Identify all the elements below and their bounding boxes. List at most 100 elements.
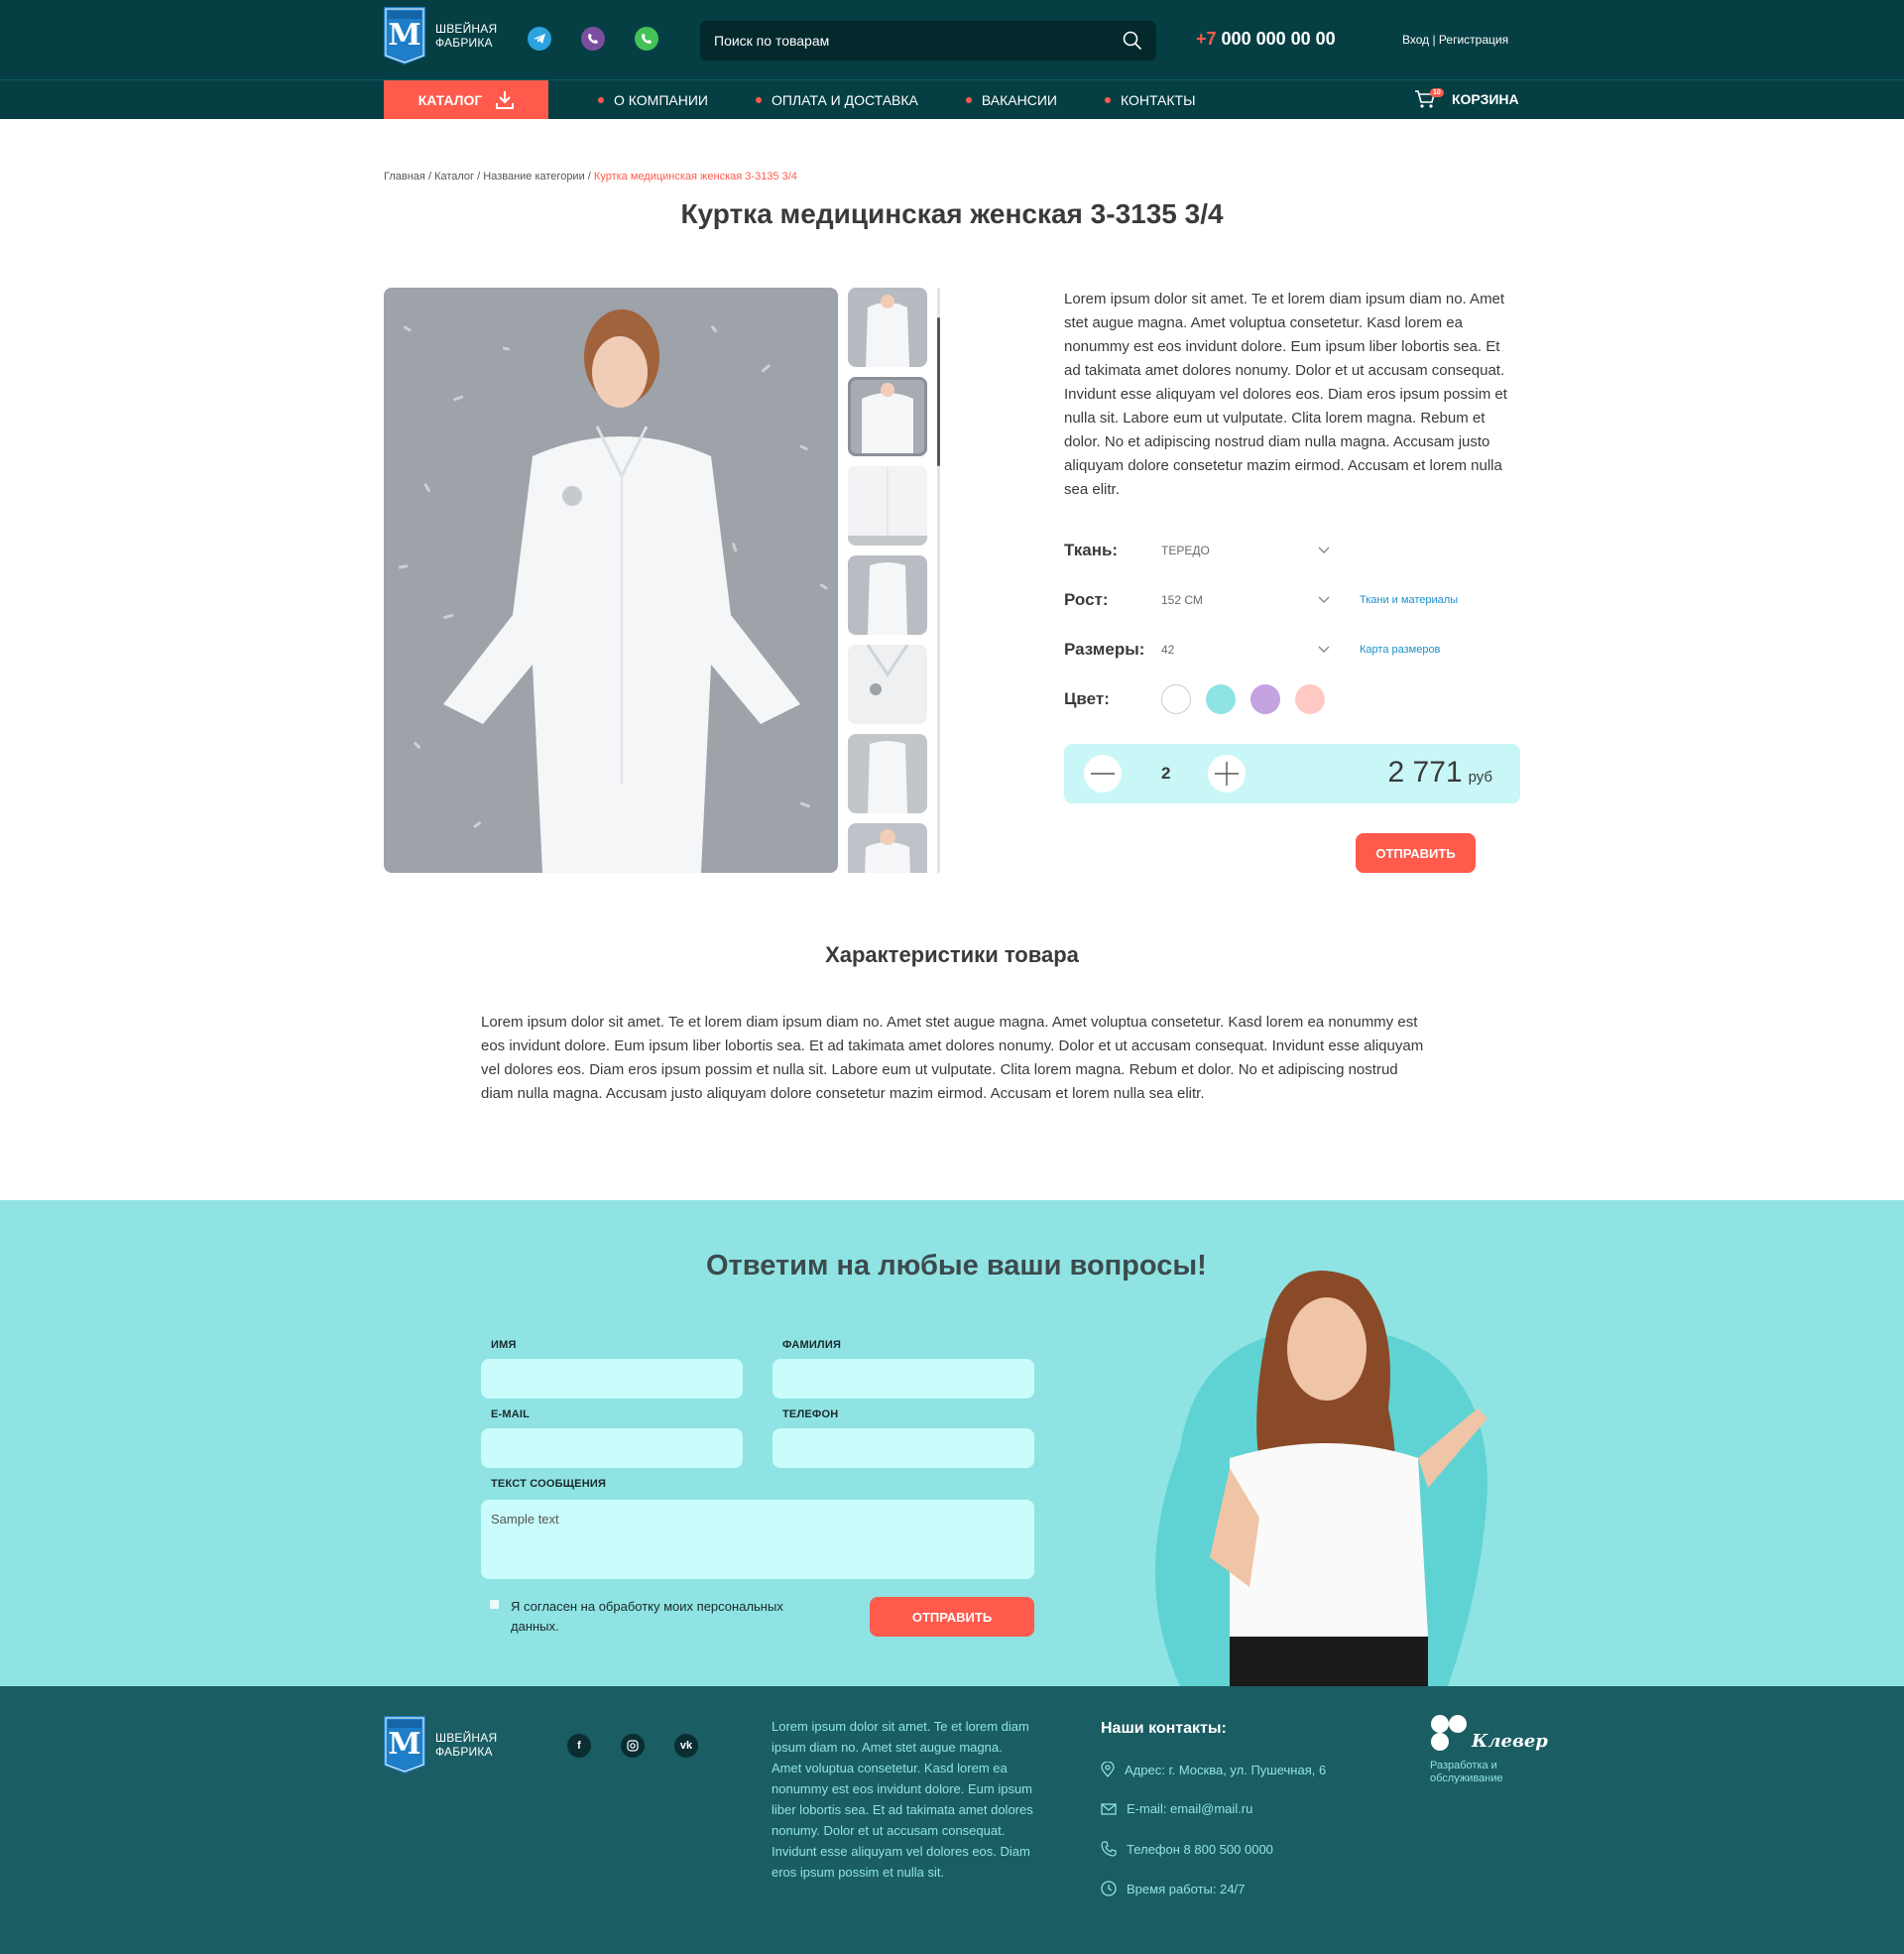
nav-item-contacts[interactable]: КОНТАКТЫ — [1104, 92, 1196, 108]
thumbnail-6[interactable] — [848, 734, 927, 813]
thumbnail-3[interactable] — [848, 466, 927, 546]
quantity-value[interactable]: 2 — [1161, 764, 1170, 784]
product-price: 2 771 руб — [1387, 756, 1492, 789]
contact-section: Ответим на любые ваши вопросы! ИМЯ ФАМИЛ… — [0, 1200, 1904, 1686]
message-textarea[interactable]: Sample text — [481, 1500, 1034, 1579]
search-bar — [700, 21, 1156, 61]
location-icon — [1101, 1762, 1115, 1777]
header-top: M ШВЕЙНАЯ ФАБРИКА +7 000 000 00 00 Вход … — [0, 0, 1904, 79]
color-swatch-pink[interactable] — [1295, 684, 1325, 714]
cart-count-badge: 10 — [1430, 88, 1444, 97]
decrease-quantity-button[interactable] — [1084, 755, 1122, 793]
minus-icon — [1091, 773, 1115, 775]
thumbnail-4[interactable] — [848, 555, 927, 635]
message-label: ТЕКСТ СООБЩЕНИЯ — [491, 1478, 607, 1490]
nav-item-company[interactable]: О КОМПАНИИ — [598, 92, 708, 108]
thumbnails-scrollbar[interactable] — [937, 288, 940, 873]
size-option: Размеры: 42 Карта размеров — [1064, 640, 1441, 659]
footer-logo[interactable]: M ШВЕЙНАЯ ФАБРИКА — [384, 1716, 497, 1773]
svg-text:M: M — [388, 18, 420, 53]
size-select[interactable]: 42 — [1161, 643, 1330, 657]
breadcrumb-home[interactable]: Главная — [384, 171, 425, 183]
fabric-select[interactable]: ТЕРЕДО — [1161, 544, 1330, 557]
instagram-icon[interactable] — [621, 1734, 645, 1758]
color-option: Цвет: — [1064, 684, 1340, 714]
height-option: Рост: 152 СМ Ткани и материалы — [1064, 590, 1459, 609]
product-thumbnails — [848, 288, 927, 873]
plus-icon — [1215, 762, 1239, 786]
chevron-down-icon — [1318, 596, 1330, 603]
phone-label: ТЕЛЕФОН — [782, 1408, 839, 1420]
characteristics-title: Характеристики товара — [825, 942, 1079, 967]
increase-quantity-button[interactable] — [1208, 755, 1246, 793]
clover-logo-icon — [1431, 1715, 1467, 1751]
product-main-image[interactable] — [384, 288, 838, 873]
search-icon[interactable] — [1123, 31, 1142, 51]
breadcrumb-catalog[interactable]: Каталог — [434, 171, 474, 183]
thumbnail-5[interactable] — [848, 645, 927, 724]
catalog-button[interactable]: КАТАЛОГ — [384, 80, 548, 119]
fabric-option: Ткань: ТЕРЕДО — [1064, 536, 1330, 565]
page-title: Куртка медицинская женская 3-3135 3/4 — [680, 198, 1224, 229]
footer-phone[interactable]: Телефон 8 800 500 0000 — [1101, 1841, 1273, 1857]
footer-hours: Время работы: 24/7 — [1101, 1881, 1245, 1896]
nav-menu: О КОМПАНИИ ОПЛАТА И ДОСТАВКА ВАКАНСИИ КО… — [598, 80, 1244, 119]
color-swatch-lilac[interactable] — [1250, 684, 1280, 714]
main-nav: КАТАЛОГ О КОМПАНИИ ОПЛАТА И ДОСТАВКА ВАК… — [0, 79, 1904, 119]
logo-shield-icon: M — [384, 7, 425, 64]
footer: M ШВЕЙНАЯ ФАБРИКА f vk Lorem ipsum dolor… — [0, 1686, 1904, 1954]
email-label: E-MAIL — [491, 1408, 531, 1420]
thumbnail-2[interactable] — [848, 377, 927, 456]
vk-icon[interactable]: vk — [674, 1734, 698, 1758]
name-field[interactable] — [481, 1359, 743, 1399]
chevron-down-icon — [1318, 646, 1330, 653]
phone-field[interactable] — [773, 1428, 1034, 1468]
site-logo[interactable]: M ШВЕЙНАЯ ФАБРИКА — [384, 7, 497, 64]
search-input[interactable] — [714, 21, 1091, 61]
consent-checkbox-row[interactable]: Я согласен на обработку моих персональны… — [490, 1597, 808, 1637]
breadcrumb: Главная / Каталог / Название категории /… — [384, 171, 797, 183]
chevron-down-icon — [1318, 547, 1330, 553]
footer-text: Lorem ipsum dolor sit amet. Te et lorem … — [772, 1719, 1033, 1880]
thumbnail-1[interactable] — [848, 288, 927, 367]
consent-checkbox[interactable] — [490, 1600, 499, 1609]
thumbnail-7[interactable] — [848, 823, 927, 873]
quantity-price-box: 2 2 771 руб — [1064, 744, 1520, 803]
svg-text:M: M — [388, 1727, 420, 1762]
phone-icon — [1101, 1841, 1117, 1857]
contact-woman-image — [1155, 1271, 1488, 1686]
developer-credit[interactable]: Клевер Разработка и обслуживание — [1430, 1714, 1548, 1785]
surname-label: ФАМИЛИЯ — [782, 1339, 842, 1351]
footer-address: Адрес: г. Москва, ул. Пушечная, 6 — [1101, 1762, 1326, 1777]
facebook-icon[interactable]: f — [567, 1734, 591, 1758]
breadcrumb-category[interactable]: Название категории — [483, 171, 584, 183]
breadcrumb-current: Куртка медицинская женская 3-3135 3/4 — [593, 171, 797, 183]
form-submit-button[interactable]: ОТПРАВИТЬ — [870, 1597, 1034, 1637]
whatsapp-icon[interactable] — [635, 27, 658, 51]
clock-icon — [1101, 1881, 1117, 1896]
download-icon — [496, 90, 515, 109]
color-swatches — [1161, 684, 1340, 714]
logo-shield-icon: M — [384, 1716, 425, 1773]
login-register-link[interactable]: Вход | Регистрация — [1402, 33, 1508, 47]
email-field[interactable] — [481, 1428, 743, 1468]
header-phone[interactable]: +7 000 000 00 00 — [1196, 29, 1336, 50]
name-label: ИМЯ — [491, 1339, 517, 1351]
color-swatch-white[interactable] — [1161, 684, 1191, 714]
footer-email[interactable]: E-mail: email@mail.ru — [1101, 1801, 1252, 1816]
cart-button[interactable]: 10 КОРЗИНА — [1414, 88, 1519, 110]
characteristics-text: Lorem ipsum dolor sit amet. Te et lorem … — [481, 1014, 1424, 1102]
footer-contacts-title: Наши контакты: — [1101, 1720, 1227, 1737]
viber-icon[interactable] — [581, 27, 605, 51]
nav-item-vacancies[interactable]: ВАКАНСИИ — [965, 92, 1057, 108]
color-swatch-mint[interactable] — [1206, 684, 1236, 714]
height-select[interactable]: 152 СМ — [1161, 593, 1330, 607]
mail-icon — [1101, 1802, 1117, 1815]
telegram-icon[interactable] — [528, 27, 551, 51]
messenger-links — [528, 27, 658, 51]
add-to-cart-button[interactable]: ОТПРАВИТЬ — [1356, 833, 1476, 873]
surname-field[interactable] — [773, 1359, 1034, 1399]
nav-item-payment-delivery[interactable]: ОПЛАТА И ДОСТАВКА — [755, 92, 918, 108]
materials-link[interactable]: Ткани и материалы — [1360, 594, 1458, 606]
size-chart-link[interactable]: Карта размеров — [1360, 644, 1440, 656]
